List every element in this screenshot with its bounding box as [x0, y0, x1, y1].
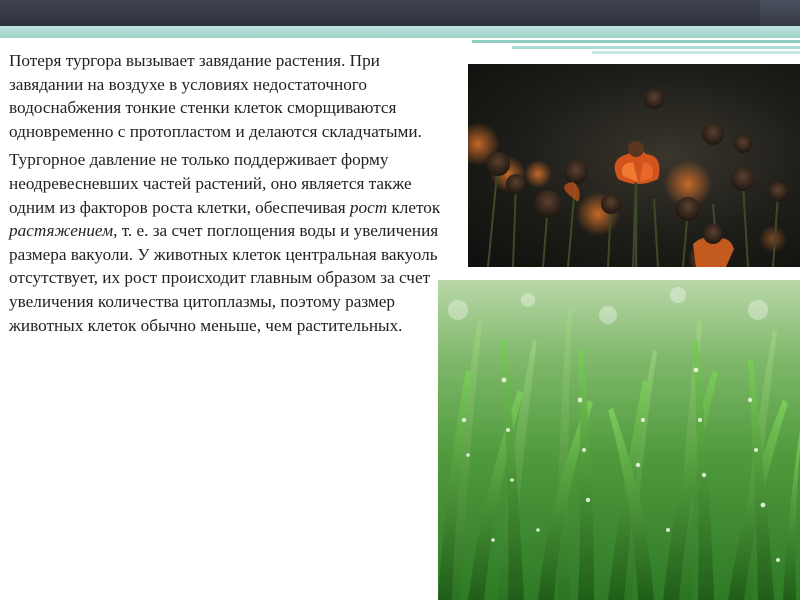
emphasis-growth: рост — [349, 197, 388, 217]
accent-lines — [472, 38, 800, 56]
paragraph-turgor-pressure: Тургорное давление не только поддерживае… — [9, 148, 455, 337]
accent-line — [472, 40, 800, 43]
title-bar — [0, 0, 800, 26]
paragraph-text: клеток — [387, 197, 441, 217]
title-bar-corner — [760, 0, 800, 26]
slide: Потеря тургора вызывает завядание растен… — [0, 0, 800, 600]
flowers-photo — [468, 64, 800, 267]
emphasis-extension: растяжением — [9, 221, 114, 241]
slide-body-text: Потеря тургора вызывает завядание растен… — [9, 49, 455, 342]
paragraph-wilting: Потеря тургора вызывает завядание растен… — [9, 51, 422, 141]
grass-photo — [438, 280, 800, 600]
accent-line — [592, 51, 800, 54]
accent-line — [512, 46, 800, 49]
accent-strip — [0, 26, 800, 38]
